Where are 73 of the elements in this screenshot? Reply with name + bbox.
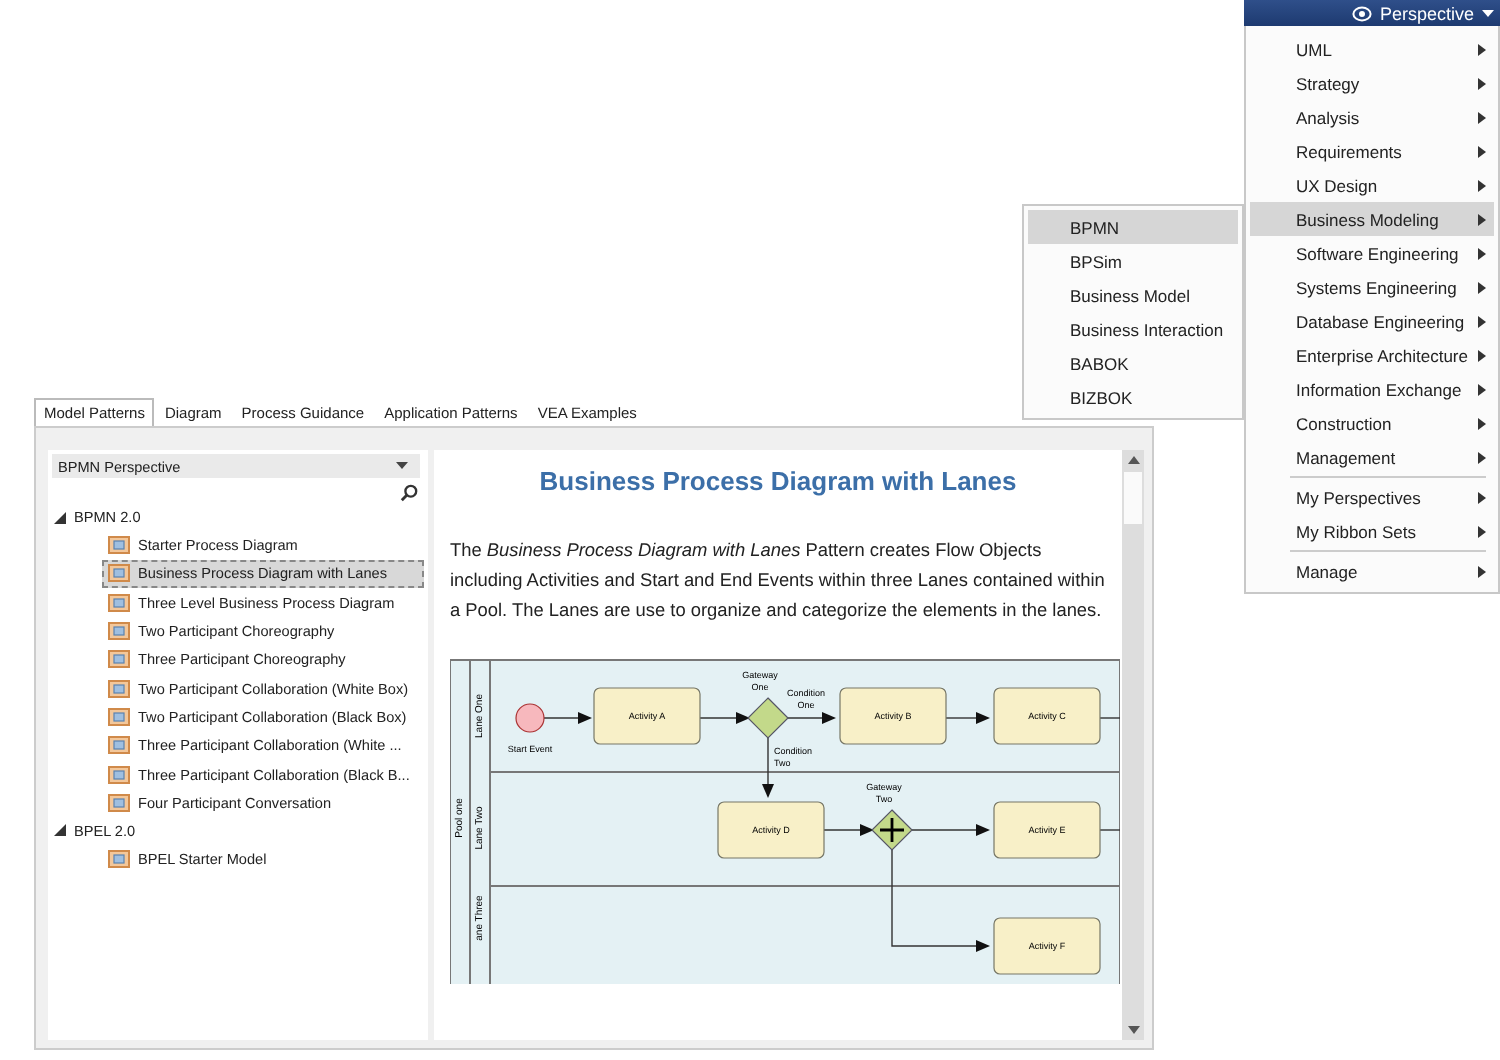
eye-icon (1351, 5, 1372, 21)
submenu-arrow-icon (1478, 179, 1486, 191)
description-text: The Business Process Diagram with Lanes Pattern creates Flow Objects including Activities and Start and End Events within three Lanes contained within a Pool. The Lanes are use to organize and categorize the elements in the lanes. (450, 538, 1106, 624)
menu-item[interactable]: BIZBOK (1028, 380, 1238, 414)
scroll-down-icon[interactable] (1127, 1026, 1139, 1034)
submenu-arrow-icon (1478, 43, 1486, 55)
menu-item[interactable]: Analysis (1250, 100, 1494, 134)
pattern-icon (108, 793, 130, 812)
submenu-arrow-icon (1478, 451, 1486, 463)
menu-item[interactable]: Systems Engineering (1250, 270, 1494, 304)
caret-icon (396, 462, 408, 470)
menu-item[interactable]: Management (1250, 440, 1494, 474)
submenu-arrow-icon (1478, 77, 1486, 89)
pattern-icon (108, 564, 130, 583)
menu-item[interactable]: UML (1250, 32, 1494, 66)
menu-item[interactable]: Database Engineering (1250, 304, 1494, 338)
menu-item[interactable]: Requirements (1250, 134, 1494, 168)
pattern-icon (108, 850, 130, 869)
scroll-up-icon[interactable] (1127, 456, 1139, 464)
submenu-arrow-icon (1478, 213, 1486, 225)
submenu-arrow-icon (1478, 349, 1486, 361)
submenu-arrow-icon (1478, 417, 1486, 429)
flow-arrow (543, 712, 592, 724)
perspective-button[interactable]: Perspective (1244, 0, 1500, 26)
menu-item[interactable]: UX Design (1250, 168, 1494, 202)
caret-icon (1482, 9, 1494, 17)
menu-item[interactable]: BPSim (1028, 244, 1238, 278)
submenu-arrow-icon (1478, 491, 1486, 503)
search-icon[interactable] (400, 484, 418, 502)
submenu-arrow-icon (1478, 383, 1486, 395)
pattern-icon (108, 622, 130, 641)
submenu-arrow-icon (1478, 525, 1486, 537)
pattern-icon (108, 679, 130, 698)
pattern-icon (108, 650, 130, 669)
menu-item[interactable]: Business Modeling (1250, 202, 1494, 236)
submenu-arrow-icon (1478, 565, 1486, 577)
menu-item[interactable]: BPMN (1028, 210, 1238, 244)
parallel-gateway-diamond (871, 809, 913, 851)
flow-arrow (785, 712, 836, 724)
submenu-arrow-icon (1478, 111, 1486, 123)
pattern-icon (108, 707, 130, 726)
pattern-icon (108, 765, 130, 784)
menu-item[interactable]: BABOK (1028, 346, 1238, 380)
page-title: Business Process Diagram with Lanes (537, 466, 1019, 496)
pattern-icon (108, 593, 130, 612)
submenu-arrow-icon (1478, 145, 1486, 157)
submenu-arrow-icon (1478, 315, 1486, 327)
submenu-arrow-icon (1478, 247, 1486, 259)
menu-item[interactable]: Construction (1250, 406, 1494, 440)
flow-arrow (762, 737, 774, 798)
flow-arrow (699, 712, 750, 724)
pattern-icon (108, 536, 130, 555)
gateway-diamond (747, 697, 789, 739)
expanded-triangle-icon[interactable] (54, 511, 66, 523)
menu-item[interactable]: Information Exchange (1250, 372, 1494, 406)
flow-arrow (891, 849, 990, 952)
flow-arrow (823, 824, 874, 836)
start-event-circle (515, 703, 545, 733)
menu-item[interactable]: Manage (1250, 554, 1494, 588)
pattern-icon (108, 736, 130, 755)
scroll-thumb[interactable] (1124, 472, 1142, 524)
submenu-arrow-icon (1478, 281, 1486, 293)
menu-item[interactable]: My Perspectives (1250, 480, 1494, 514)
menu-item[interactable]: Business Model (1028, 278, 1238, 312)
menu-item[interactable]: Enterprise Architecture (1250, 338, 1494, 372)
menu-item[interactable]: Software Engineering (1250, 236, 1494, 270)
expanded-triangle-icon[interactable] (54, 824, 66, 837)
scrollbar[interactable] (1122, 450, 1144, 1040)
menu-item[interactable]: Business Interaction (1028, 312, 1238, 346)
menu-item[interactable]: Strategy (1250, 66, 1494, 100)
flow-arrow (945, 712, 990, 724)
flow-arrow (911, 824, 990, 836)
menu-item[interactable]: My Ribbon Sets (1250, 514, 1494, 548)
